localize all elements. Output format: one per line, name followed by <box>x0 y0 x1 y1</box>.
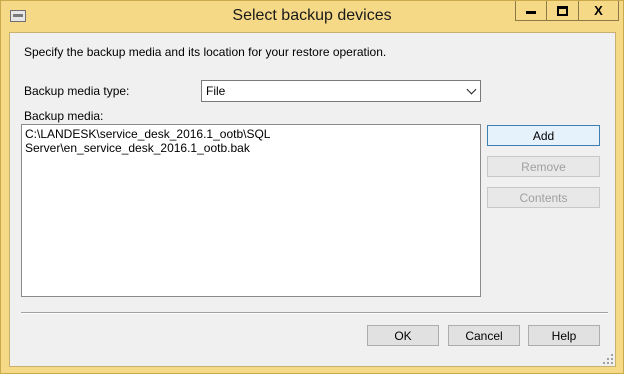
close-button[interactable]: X <box>579 1 619 21</box>
caption-buttons: X <box>515 1 619 21</box>
dialog-window: Select backup devices X Specify the back… <box>0 0 624 374</box>
cancel-button[interactable]: Cancel <box>448 325 520 346</box>
help-button[interactable]: Help <box>528 325 600 346</box>
minimize-icon <box>526 11 536 14</box>
resize-grip-icon[interactable] <box>603 354 613 364</box>
chevron-down-icon[interactable] <box>466 84 477 95</box>
title-bar[interactable]: Select backup devices X <box>1 1 623 32</box>
minimize-button[interactable] <box>515 1 547 21</box>
add-button[interactable]: Add <box>487 125 600 146</box>
contents-button[interactable]: Contents <box>487 187 600 208</box>
list-item[interactable]: C:\LANDESK\service_desk_2016.1_ootb\SQL … <box>25 127 477 155</box>
backup-media-list[interactable]: C:\LANDESK\service_desk_2016.1_ootb\SQL … <box>21 124 481 297</box>
remove-button[interactable]: Remove <box>487 156 600 177</box>
close-icon: X <box>594 3 603 18</box>
dialog-client-area: Specify the backup media and its locatio… <box>9 32 616 367</box>
backup-media-type-select[interactable]: File <box>201 80 481 102</box>
maximize-icon <box>557 5 568 16</box>
separator <box>21 312 608 314</box>
ok-button[interactable]: OK <box>367 325 439 346</box>
backup-media-label: Backup media: <box>24 109 104 123</box>
backup-media-type-value: File <box>206 84 226 98</box>
maximize-button[interactable] <box>547 1 579 21</box>
dialog-description: Specify the backup media and its locatio… <box>24 45 387 59</box>
backup-media-type-label: Backup media type: <box>24 84 130 98</box>
